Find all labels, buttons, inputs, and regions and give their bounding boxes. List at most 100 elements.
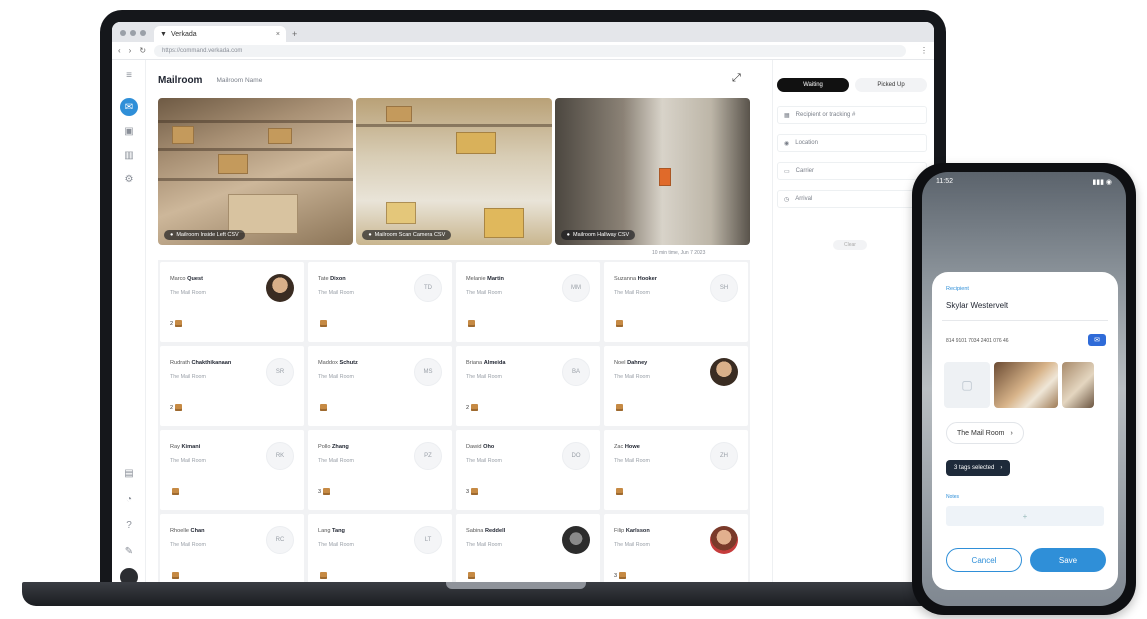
recipient-name: Sabina Reddell (466, 528, 506, 534)
recipient-card[interactable]: Zac Howe The Mail Room ZH (604, 430, 748, 510)
recipient-location: The Mail Room (170, 542, 206, 548)
recipient-card[interactable]: Maddox Schutz The Mail Room MS (308, 346, 452, 426)
bell-icon[interactable]: ◔ (120, 490, 138, 508)
recipient-name: Briana Almeida (466, 360, 506, 366)
minimize-window-dot[interactable] (130, 30, 136, 36)
notes-field[interactable]: + (946, 506, 1104, 526)
document-nav-icon[interactable]: ▤ (120, 464, 138, 482)
recipient-location: The Mail Room (318, 374, 354, 380)
recipient-card[interactable]: Melanie Martin The Mail Room MM (456, 262, 600, 342)
package-icon (471, 404, 479, 411)
recipient-location: The Mail Room (614, 542, 650, 548)
location-chip[interactable]: The Mail Room › (946, 422, 1024, 444)
settings-nav-icon[interactable]: ⚙ (120, 170, 138, 188)
laptop-screen: ▼ Verkada × + ‹ › ↻ https://command.verk… (112, 22, 934, 584)
recipient-location: The Mail Room (318, 458, 354, 464)
new-tab-button[interactable]: + (286, 29, 303, 42)
package-count: 3 (466, 488, 479, 495)
camera-nav-icon[interactable]: ▣ (120, 122, 138, 140)
filter-recipient[interactable]: ▦ Recipient or tracking # (777, 106, 927, 124)
phone-time: 11:52 (936, 178, 953, 185)
camera-feed[interactable]: ● Mailroom Hallway CSV (554, 98, 750, 245)
recipient-grid: Marco Quest The Mail Room 2 Tate Dixon The M… (158, 260, 750, 584)
package-count: 3 (614, 572, 627, 579)
close-window-dot[interactable] (120, 30, 126, 36)
package-icon (619, 572, 627, 579)
forward-icon[interactable]: › (129, 46, 132, 55)
tab-close-icon[interactable]: × (276, 31, 280, 38)
phone-screen: 11:52 ▮▮▮ ◉ Recipient Skylar Westervelt … (922, 172, 1126, 606)
maximize-window-dot[interactable] (140, 30, 146, 36)
filter-arrival[interactable]: ◷ Arrival (777, 190, 927, 208)
signal-icon: ▮▮▮ ◉ (1092, 179, 1112, 186)
calendar-icon: ▦ (784, 112, 790, 119)
back-icon[interactable]: ‹ (118, 46, 121, 55)
help-icon[interactable]: ? (120, 516, 138, 534)
recipient-card[interactable]: Tate Dixon The Mail Room TD (308, 262, 452, 342)
recipient-field[interactable]: Skylar Westervelt (946, 301, 1008, 310)
recipient-name: Marco Quest (170, 276, 203, 282)
recipient-card[interactable]: Pollo Zhang The Mail Room PZ 3 (308, 430, 452, 510)
recipient-card[interactable]: Lang Tang The Mail Room LT (308, 514, 452, 584)
recipient-location: The Mail Room (170, 374, 206, 380)
browser-tab[interactable]: ▼ Verkada × (154, 26, 286, 42)
package-count: 2 (466, 404, 479, 411)
cancel-button[interactable]: Cancel (946, 548, 1022, 572)
recipient-card[interactable]: Rhoelle Chan The Mail Room RC (160, 514, 304, 584)
reload-icon[interactable]: ↻ (139, 46, 146, 55)
package-icon (175, 320, 183, 327)
recipient-location: The Mail Room (466, 290, 502, 296)
chevron-right-icon: › (1010, 429, 1013, 437)
avatar: PZ (414, 442, 442, 470)
hamburger-menu-icon[interactable]: ≡ (120, 66, 138, 84)
package-icon (616, 320, 623, 327)
recipient-card[interactable]: Noel Dahney The Mail Room (604, 346, 748, 426)
recipient-card[interactable]: Filip Karlsson The Mail Room 3 (604, 514, 748, 584)
recipient-location: The Mail Room (614, 290, 650, 296)
recipient-card[interactable]: Briana Almeida The Mail Room BA 2 (456, 346, 600, 426)
package-photo[interactable] (1062, 362, 1094, 408)
save-button[interactable]: Save (1030, 548, 1106, 572)
building-nav-icon[interactable]: ▥ (120, 146, 138, 164)
avatar: DO (562, 442, 590, 470)
tags-chip[interactable]: 3 tags selected › (946, 460, 1011, 476)
avatar: TD (414, 274, 442, 302)
wrench-icon[interactable]: ✎ (120, 542, 138, 560)
page-title: Mailroom (158, 74, 203, 86)
tab-title: Verkada (170, 30, 197, 38)
tracking-number[interactable]: 814 9101 7034 2401 076 46 (946, 338, 1009, 344)
filter-location[interactable]: ◉ Location (777, 134, 927, 152)
browser-menu-icon[interactable]: ⋮ (920, 46, 928, 55)
expand-icon[interactable]: ⤢ (732, 72, 741, 85)
package-photo[interactable] (994, 362, 1058, 408)
package-icon (616, 488, 623, 495)
phone-status-bar: 11:52 ▮▮▮ ◉ (936, 178, 1112, 186)
mailroom-nav-icon[interactable]: ✉ (120, 98, 138, 116)
tab-waiting[interactable]: Waiting (777, 78, 849, 92)
camera-label: ● Mailroom Scan Camera CSV (362, 230, 452, 240)
recipient-name: Melanie Martin (466, 276, 504, 282)
avatar (266, 274, 294, 302)
recipient-card[interactable]: Sabina Reddell The Mail Room (456, 514, 600, 584)
url-field[interactable]: https://command.verkada.com (154, 44, 906, 57)
recipient-card[interactable]: Rudrath Chakthikanaan The Mail Room SR 2 (160, 346, 304, 426)
camera-feed[interactable]: ● Mailroom Scan Camera CSV (356, 98, 552, 245)
recipient-name: Ray Kimani (170, 444, 201, 450)
verkada-logo-icon: ▼ (160, 30, 167, 38)
recipient-location: The Mail Room (170, 290, 206, 296)
add-photo-icon[interactable]: ▢ (944, 362, 990, 408)
recipient-name: Dawid Oho (466, 444, 495, 450)
recipient-card[interactable]: Marco Quest The Mail Room 2 (160, 262, 304, 342)
clear-filters-button[interactable]: Clear (833, 240, 867, 250)
breadcrumb[interactable]: Mailroom Name (216, 77, 262, 84)
filter-panel: Waiting Picked Up ▦ Recipient or tracking… (772, 60, 934, 584)
side-rail: ≡ ✉ ▣ ▥ ⚙ ▤ ◔ ? ✎ (112, 60, 146, 584)
tab-picked-up[interactable]: Picked Up (855, 78, 927, 92)
avatar: LT (414, 526, 442, 554)
carrier-logo-icon: ✉ (1088, 334, 1106, 346)
recipient-card[interactable]: Suzanna Hooker The Mail Room SH (604, 262, 748, 342)
recipient-card[interactable]: Dawid Oho The Mail Room DO 3 (456, 430, 600, 510)
camera-feed[interactable]: ● Mailroom Inside Left CSV (158, 98, 354, 245)
recipient-card[interactable]: Ray Kimani The Mail Room RK (160, 430, 304, 510)
filter-carrier[interactable]: ▭ Carrier (777, 162, 927, 180)
